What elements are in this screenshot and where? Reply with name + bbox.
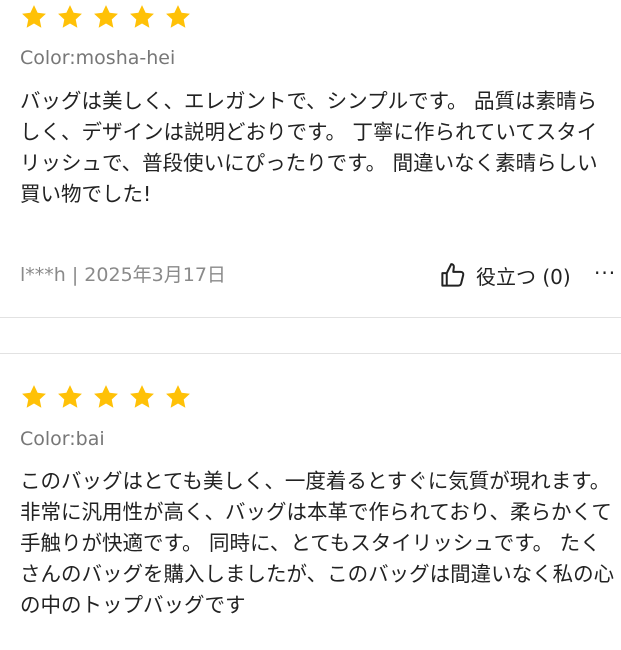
- review-text: このバッグはとても美しく、一度着るとすぐに気質が現れます。 非常に汎用性が高く、…: [20, 469, 615, 617]
- review-card: Color:mosha-hei バッグは美しく、エレガントで、シンプルです。 品…: [0, 0, 621, 318]
- star-icon: [128, 383, 156, 411]
- review-card: Color:bai このバッグはとても美しく、一度着るとすぐに気質が現れます。 …: [0, 354, 621, 650]
- star-rating: [20, 383, 192, 411]
- star-icon: [56, 3, 84, 31]
- thumbs-up-icon: [438, 260, 468, 290]
- star-icon: [92, 383, 120, 411]
- review-text: バッグは美しく、エレガントで、シンプルです。 品質は素晴らしく、デザインは説明ど…: [20, 89, 598, 206]
- star-rating: [20, 3, 192, 31]
- variant-color-label: Color:mosha-hei: [20, 47, 176, 69]
- star-icon: [164, 383, 192, 411]
- divider: [0, 317, 621, 318]
- star-icon: [56, 383, 84, 411]
- star-icon: [20, 383, 48, 411]
- helpful-button[interactable]: 役立つ (0): [438, 258, 571, 292]
- star-icon: [128, 3, 156, 31]
- star-icon: [92, 3, 120, 31]
- helpful-label: 役立つ (0): [476, 264, 571, 289]
- author-and-date: l***h | 2025年3月17日: [20, 264, 226, 286]
- variant-color-label: Color:bai: [20, 428, 105, 450]
- star-icon: [20, 3, 48, 31]
- star-icon: [164, 3, 192, 31]
- review-meta: l***h | 2025年3月17日 役立つ (0) ···: [20, 258, 621, 292]
- more-options-icon[interactable]: ···: [594, 258, 618, 292]
